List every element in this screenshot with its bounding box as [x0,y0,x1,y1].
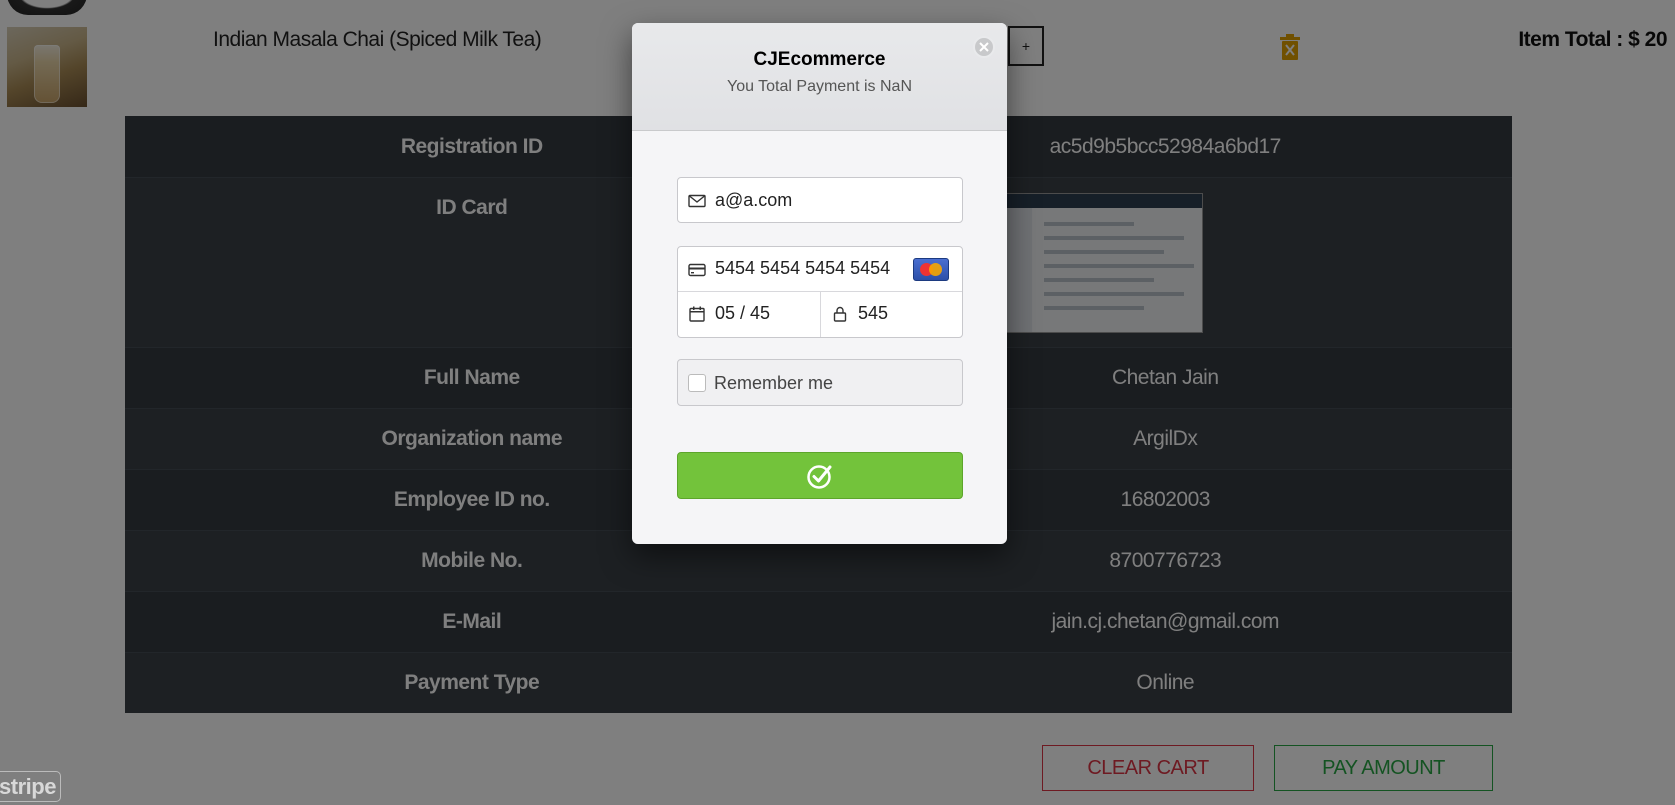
checkout-subtitle: You Total Payment is NaN [727,78,912,95]
remember-me-toggle[interactable]: Remember me [677,359,963,406]
credit-card-icon [688,263,706,277]
card-number-field[interactable]: 5454 5454 5454 5454 [678,247,962,291]
remember-me-label: Remember me [714,373,834,393]
expiry-value: 05 / 45 [715,303,771,323]
envelope-icon [688,194,706,208]
pay-submit-button[interactable] [677,452,963,499]
cvc-value: 545 [858,303,889,323]
stripe-badge[interactable]: stripe [0,771,61,802]
close-icon[interactable] [973,36,995,58]
email-value: a@a.com [715,190,793,210]
checkout-title: CJEcommerce [753,49,886,70]
checkout-header: CJEcommerce You Total Payment is NaN [632,23,1007,131]
card-number-value: 5454 5454 5454 5454 [715,258,891,278]
mastercard-icon [913,258,949,281]
card-details-group: 5454 5454 5454 5454 05 / 45 545 [677,246,963,338]
lock-icon [833,306,847,322]
remember-me-checkbox[interactable] [688,374,706,392]
calendar-icon [689,306,705,322]
email-field[interactable]: a@a.com [677,177,963,223]
cvc-field[interactable]: 545 [821,292,962,337]
checkmark-icon [807,464,832,489]
checkout-modal: CJEcommerce You Total Payment is NaN a@a… [632,23,1007,544]
expiry-field[interactable]: 05 / 45 [678,292,820,337]
